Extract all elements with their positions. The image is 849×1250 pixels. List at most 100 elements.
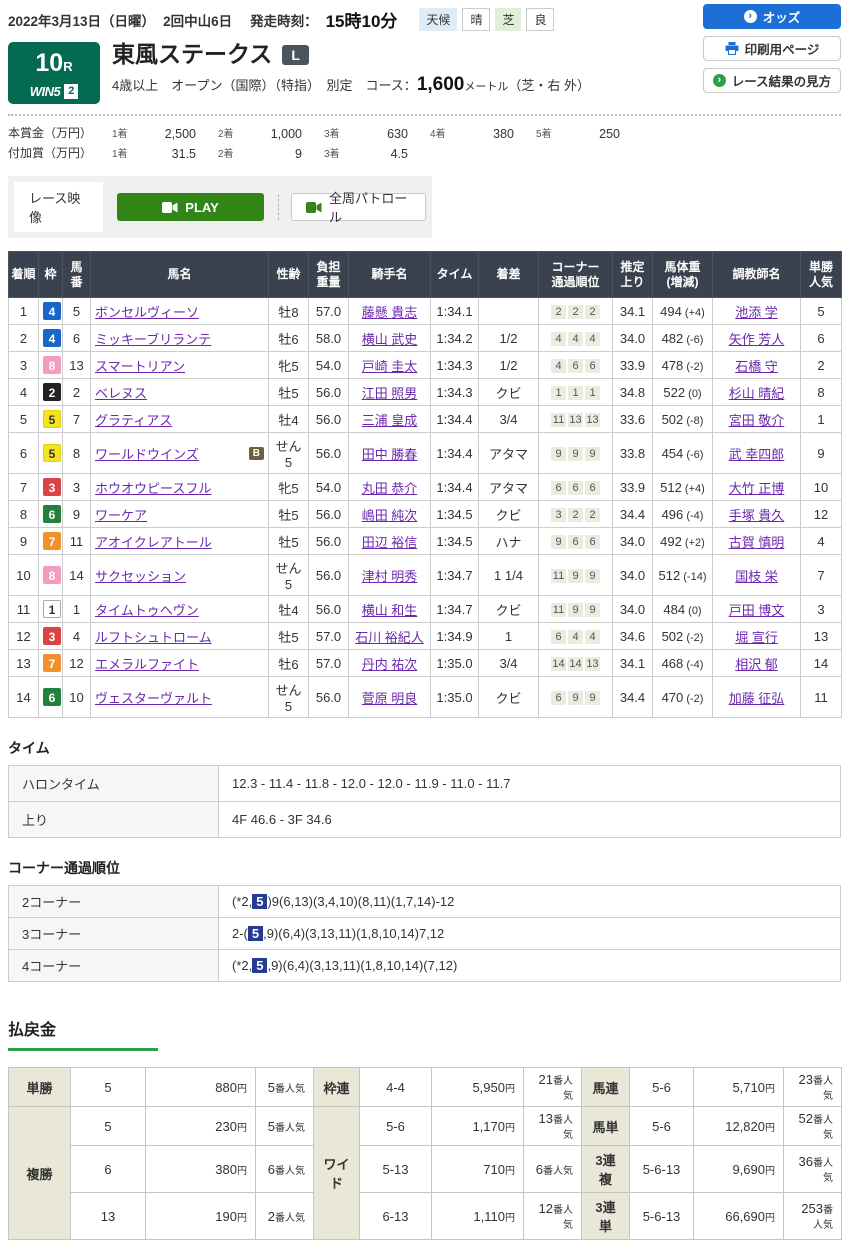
popularity-suffix: 番人気 [275,1122,305,1134]
trainer-link[interactable]: 相沢 郁 [735,657,778,672]
patrol-video-button[interactable]: 全周パトロール [290,191,426,225]
yen-suffix: 円 [505,1083,515,1095]
trainer-link[interactable]: 加藤 征弘 [729,691,785,706]
horse-number: 13 [62,351,91,379]
horse-name-link[interactable]: タイムトゥヘヴン [95,600,199,619]
trainer-cell: 手塚 貴久 [712,500,801,528]
payout-amount-value: 12,820 [725,1118,765,1134]
trainer-link[interactable]: 宮田 敬介 [729,413,785,428]
carried-weight: 56.0 [308,378,349,406]
jockey-link[interactable]: 田中 勝春 [362,447,418,462]
estimated-last-3f: 34.0 [612,595,653,623]
trainer-link[interactable]: 戸田 博文 [729,603,785,618]
horse-name-link[interactable]: サクセッション [95,566,186,585]
jockey-link[interactable]: 横山 和生 [362,603,418,618]
horse-name-link[interactable]: スマートリアン [95,356,185,375]
jockey-link[interactable]: 丸田 恭介 [362,481,418,496]
trainer-link[interactable]: 堀 宣行 [735,630,778,645]
trainer-link[interactable]: 手塚 貴久 [729,508,785,523]
payout-amount: 5,710円 [693,1067,784,1107]
trainer-link[interactable]: 古賀 慎明 [729,535,785,550]
prize-main-rank: 5着 [536,129,552,140]
horse-name-link[interactable]: ボンセルヴィーソ [95,302,199,321]
trainer-link[interactable]: 池添 学 [735,305,778,320]
horse-name-link[interactable]: ルフトシュトローム [95,627,212,646]
trainer-link[interactable]: 大竹 正博 [729,481,785,496]
yen-suffix: 円 [765,1083,775,1095]
frame-cell: 5 [38,405,63,433]
trainer-link[interactable]: 国枝 栄 [735,569,778,584]
corner-section-title: コーナー通過順位 [8,860,120,876]
prize-main-value: 250 [599,127,620,141]
margin: 3/4 [478,649,539,677]
jockey-link[interactable]: 三浦 皇成 [362,413,418,428]
horse-name-link[interactable]: グラティアス [95,410,172,429]
horse-name-link[interactable]: ワーケア [95,505,147,524]
column-header: 着差 [478,251,539,298]
margin: クビ [478,595,539,623]
margin: 1 [478,622,539,650]
turf-label: 芝 [495,8,522,31]
payout-popularity: 12番人気 [523,1192,582,1240]
carried-weight: 56.0 [308,500,349,528]
payout-popularity: 5番人気 [255,1067,314,1107]
trainer-link[interactable]: 武 幸四郎 [729,447,785,462]
bet-type-label: 3連単 [581,1192,630,1240]
horse-name-link[interactable]: ミッキーブリランテ [95,329,211,348]
prize-added-rank: 3着 [324,149,340,160]
jockey-link[interactable]: 嶋田 純次 [362,508,418,523]
horse-name-link[interactable]: ワールドウインズ [95,444,199,463]
jockey-link[interactable]: 江田 照男 [362,386,418,401]
horse-name-link[interactable]: ホウオウピースフル [95,478,211,497]
blinker-mark: B [248,446,264,460]
payout-row: 単勝 5 880円 5番人気 枠連 4-4 5,950円 21番人気 馬連 5-6 5,710円 23… [8,1067,842,1107]
trainer-link[interactable]: 石橋 守 [735,359,778,374]
horse-number: 6 [62,324,91,352]
corner-row-label: 4コーナー [8,949,219,982]
prize-main-rank: 3着 [324,129,340,140]
horse-name-link[interactable]: ベレヌス [95,383,147,402]
horse-number: 4 [62,622,91,650]
payout-amount-value: 380 [215,1161,237,1177]
win5-number: 2 [64,84,79,99]
jockey-link[interactable]: 田辺 裕信 [362,535,418,550]
odds-button[interactable]: › オッズ [703,4,841,29]
horse-name-link[interactable]: ヴェスターヴァルト [95,688,212,707]
horse-name-cell: ボンセルヴィーソ [90,297,269,325]
horse-weight-change: (+2) [681,536,705,549]
yen-suffix: 円 [505,1122,515,1134]
result-guide-button[interactable]: › レース結果の見方 [703,68,841,93]
jockey-link[interactable]: 石川 裕紀人 [355,630,424,645]
corner-position-badge: 11 [551,569,566,583]
corner-position-badge: 9 [551,447,566,461]
jockey-link[interactable]: 戸崎 圭太 [362,359,418,374]
play-button[interactable]: PLAY [117,193,264,221]
result-row: 5 5 7 グラティアス 牡4 56.0 三浦 皇成 1:34.4 3/4 11 13 13 33.6 5… [8,405,842,433]
jockey-link[interactable]: 津村 明秀 [362,569,418,584]
yen-suffix: 円 [237,1083,247,1095]
jockey-link[interactable]: 丹内 祐次 [362,657,418,672]
print-page-button[interactable]: 印刷用ページ [703,36,841,61]
margin: クビ [478,500,539,528]
jockey-link[interactable]: 菅原 明良 [362,691,418,706]
trainer-link[interactable]: 杉山 晴紀 [729,386,785,401]
jockey-link[interactable]: 藤懸 貴志 [362,305,418,320]
corner-position-badge: 1 [585,386,600,400]
horse-name-link[interactable]: アオイクレアトール [95,532,212,551]
corner-position-badge: 13 [585,413,600,427]
margin: 3/4 [478,405,539,433]
jockey-link[interactable]: 横山 武史 [362,332,418,347]
column-header: 騎手名 [348,251,431,298]
payout-popularity: 6番人気 [523,1145,582,1193]
corner-position-badge: 9 [585,691,600,705]
win-favorite-rank: 2 [800,351,842,379]
prize-main-rank: 4着 [430,129,446,140]
race-number: 10 R [8,42,100,84]
frame-number-badge: 8 [43,356,61,374]
payout-combination: 5-6 [359,1106,432,1146]
trainer-link[interactable]: 矢作 芳人 [729,332,785,347]
horse-name-cell: ルフトシュトローム [90,622,269,650]
trainer-cell: 宮田 敬介 [712,405,801,433]
horse-name-link[interactable]: エメラルファイト [95,654,199,673]
result-row: 12 3 4 ルフトシュトローム 牡5 57.0 石川 裕紀人 1:34.9 1 6 4 4 34.6 5… [8,622,842,650]
